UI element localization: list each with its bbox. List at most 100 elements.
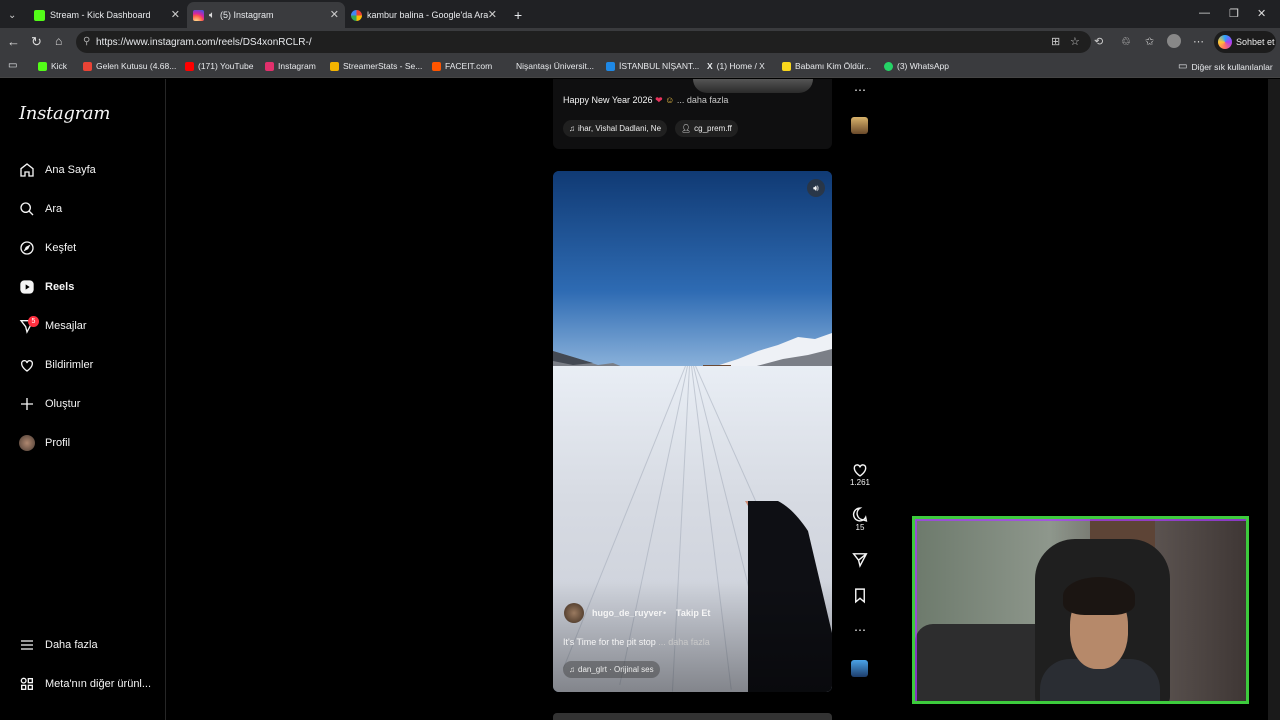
instagram-logo[interactable]: Instagram [19, 103, 110, 124]
bookmark-instagram[interactable]: Instagram [265, 61, 316, 71]
favorites-icon[interactable]: ✩ [1145, 35, 1154, 48]
site-info-icon[interactable]: ⚲ [83, 36, 90, 47]
tab-kick-dashboard[interactable]: Stream - Kick Dashboard ✕ [28, 2, 186, 28]
more-options-icon[interactable]: ⋯ [848, 623, 872, 637]
whatsapp-icon [884, 61, 893, 71]
audio-label: ihar, Vishal Dadlani, Ne [578, 124, 662, 133]
restore-icon[interactable]: ❐ [1229, 7, 1239, 20]
sidebar-item-profile[interactable]: Profil [18, 431, 158, 455]
sidebar-item-notifications[interactable]: Bildirimler [18, 353, 158, 377]
sidebar-item-label: Meta'nın diğer ürünl... [45, 678, 152, 690]
youtube-icon [185, 61, 194, 71]
follow-button[interactable]: Takip Et [676, 608, 710, 618]
copilot-icon [1218, 35, 1232, 49]
reel-author-avatar[interactable] [564, 603, 584, 623]
back-icon[interactable]: ← [7, 34, 20, 49]
bookmark-label: (1) Home / X [716, 61, 765, 71]
address-bar[interactable]: ⚲ https://www.instagram.com/reels/DS4xon… [76, 31, 1091, 53]
bookmark-nisantasi[interactable]: Nişantaşı Üniversit... [516, 61, 594, 71]
sidebar-item-explore[interactable]: Keşfet [18, 236, 158, 260]
bookmark-streamerstats[interactable]: StreamerStats - Se... [330, 61, 422, 71]
explore-icon [18, 240, 35, 257]
sidebar-item-search[interactable]: Ara [18, 197, 158, 221]
audio-pill[interactable]: ♫ ihar, Vishal Dadlani, Ne [563, 120, 668, 137]
bookmark-label: (3) WhatsApp [897, 61, 949, 71]
app-available-icon[interactable]: ⊞ [1051, 35, 1060, 48]
favorite-star-icon[interactable]: ☆ [1070, 35, 1080, 48]
bookmark-istanbul-nisantasi[interactable]: İSTANBUL NİŞANT... [606, 61, 699, 71]
sidebar-item-label: Reels [45, 281, 75, 293]
bar-chart-icon [330, 61, 339, 71]
bookmark-babami-kim-oldurdu[interactable]: Babamı Kim Öldür... [782, 61, 871, 71]
apps-grid-icon [18, 676, 35, 693]
extensions-icon[interactable]: ⟲ [1094, 35, 1103, 48]
previous-audio-thumbnail[interactable] [851, 117, 868, 134]
tab-title: (5) Instagram [220, 10, 274, 20]
folder-icon: ▭ [1178, 61, 1188, 72]
music-note-icon: ♫ [569, 665, 575, 674]
reels-icon [18, 279, 35, 296]
audio-thumbnail[interactable] [851, 660, 868, 677]
share-button[interactable] [848, 551, 872, 568]
save-button[interactable] [848, 587, 872, 604]
comment-button[interactable]: 15 [848, 506, 872, 532]
sidebar-item-reels[interactable]: Reels [18, 275, 158, 299]
audio-label: dan_glrt · Orijinal ses [578, 665, 654, 674]
bookmark-faceit[interactable]: FACEIT.com [432, 61, 492, 71]
bookmark-label: Instagram [278, 61, 316, 71]
like-button[interactable]: 1.261 [848, 461, 872, 487]
sidebar-item-home[interactable]: Ana Sayfa [18, 158, 158, 182]
page-scrollbar[interactable] [1268, 79, 1280, 720]
sidebar-item-more[interactable]: Daha fazla [18, 633, 158, 657]
bookmark-whatsapp[interactable]: (3) WhatsApp [884, 61, 949, 71]
speaker-icon[interactable]: 🔈︎ [209, 10, 215, 21]
previous-reel[interactable]: Happy New Year 2026 ❤ ☺ ... daha fazla ♫… [553, 79, 832, 149]
minimize-icon[interactable]: — [1199, 7, 1210, 19]
more-link[interactable]: ... daha fazla [677, 95, 729, 105]
home-icon[interactable]: ⌂ [55, 34, 62, 48]
notification-badge: 5 [28, 315, 39, 327]
more-options-icon[interactable]: ⋯ [848, 83, 872, 97]
bookmark-youtube[interactable]: (171) YouTube [185, 61, 253, 71]
university-icon [606, 61, 615, 71]
user-tag-pill[interactable]: 👤︎ cg_prem.ff [675, 120, 738, 137]
sidebar-toggle-icon[interactable]: ▭ [8, 60, 17, 71]
close-icon[interactable]: ✕ [171, 8, 180, 21]
menu-icon [18, 637, 35, 654]
more-options-icon[interactable]: ⋯ [1193, 35, 1204, 48]
bookmark-label: İSTANBUL NİŞANT... [619, 61, 700, 71]
close-icon[interactable]: ✕ [330, 8, 339, 21]
reel-video[interactable]: 🔊︎ hugo_de_ruyver • Takip Et It's Time f… [553, 171, 832, 692]
tab-list-button[interactable]: ⌄ [0, 2, 24, 28]
gmail-icon [83, 61, 92, 71]
tab-google-search[interactable]: kambur balina - Google'da Ara ✕ [345, 2, 503, 28]
copilot-button[interactable]: Sohbet et [1214, 31, 1276, 53]
bookmark-gmail[interactable]: Gelen Kutusu (4.68... [83, 61, 176, 71]
close-icon[interactable]: ✕ [488, 8, 497, 21]
bookmark-label: FACEIT.com [445, 61, 493, 71]
sidebar-item-messages[interactable]: 5 Mesajlar [18, 314, 158, 338]
url-text[interactable]: https://www.instagram.com/reels/DS4xonRC… [96, 37, 312, 48]
reel-author-username[interactable]: hugo_de_ruyver [592, 608, 662, 618]
sidebar-item-meta-products[interactable]: Meta'nın diğer ürünl... [18, 672, 166, 696]
more-link[interactable]: ... daha fazla [658, 637, 710, 647]
refresh-icon[interactable]: ↻ [31, 34, 42, 50]
instagram-sidebar: Instagram Ana Sayfa Ara Keşfet Reels 5 M… [0, 79, 166, 720]
bookmark-site-icon [782, 61, 791, 71]
bookmark-kick[interactable]: Kick [38, 61, 67, 71]
new-tab-button[interactable]: + [508, 2, 528, 28]
tab-instagram[interactable]: 🔈︎ (5) Instagram ✕ [187, 2, 345, 28]
caption-text: Happy New Year 2026 [563, 95, 653, 105]
bookmark-x[interactable]: X (1) Home / X [707, 61, 765, 71]
sidebar-item-create[interactable]: Oluştur [18, 392, 158, 416]
next-reel-peek[interactable] [553, 713, 832, 720]
profile-avatar[interactable] [1167, 34, 1181, 48]
volume-icon[interactable]: 🔊︎ [807, 179, 825, 197]
sidebar-item-label: Bildirimler [45, 359, 94, 371]
other-bookmarks-folder[interactable]: ▭ Diğer sık kullanılanlar [1178, 61, 1273, 72]
audio-pill[interactable]: ♫ dan_glrt · Orijinal ses [563, 661, 660, 678]
close-window-icon[interactable]: ✕ [1257, 7, 1266, 20]
browser-essentials-icon[interactable]: ♲ [1121, 35, 1131, 48]
bookmark-label: (171) YouTube [198, 61, 254, 71]
comment-count: 15 [855, 523, 865, 532]
